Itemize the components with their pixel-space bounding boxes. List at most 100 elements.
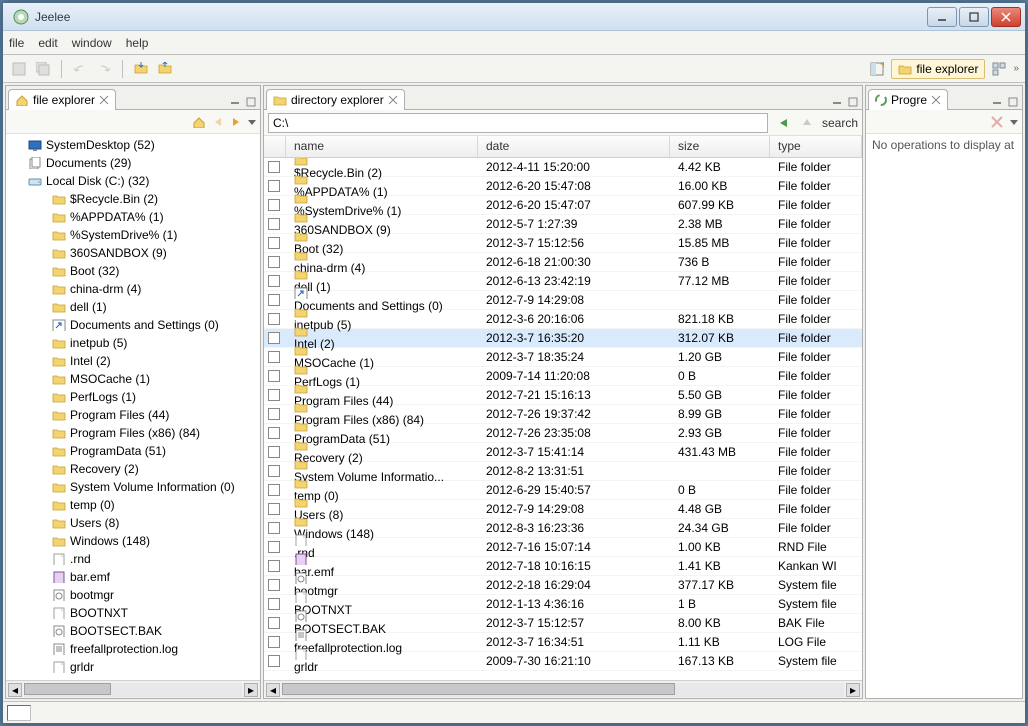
back-icon[interactable] [774,114,792,132]
tree-item[interactable]: .rnd [6,550,260,568]
tree-item[interactable]: %SystemDrive% (1) [6,226,260,244]
row-checkbox[interactable] [268,237,280,249]
perspective-button[interactable]: file explorer [891,59,985,79]
row-checkbox[interactable] [268,180,280,192]
tree-item[interactable]: Program Files (44) [6,406,260,424]
tree-item[interactable]: Boot (32) [6,262,260,280]
horizontal-scrollbar[interactable]: ◂ ▸ [264,680,862,698]
tree-item[interactable]: bar.emf [6,568,260,586]
tree-item[interactable]: Documents and Settings (0) [6,316,260,334]
menu-window[interactable]: window [72,36,112,50]
tree-item[interactable]: china-drm (4) [6,280,260,298]
tree-item[interactable]: Local Disk (C:) (32) [6,172,260,190]
tab-progress[interactable]: Progre [868,89,948,110]
row-checkbox[interactable] [268,427,280,439]
view-menu-icon[interactable] [248,118,256,126]
scroll-right-icon[interactable]: ▸ [244,683,258,697]
tree-item[interactable]: Users (8) [6,514,260,532]
search-link[interactable]: search [822,116,858,130]
row-checkbox[interactable] [268,332,280,344]
row-checkbox[interactable] [268,541,280,553]
row-checkbox[interactable] [268,655,280,667]
import-icon[interactable] [131,59,151,79]
menu-help[interactable]: help [126,36,149,50]
tree-item[interactable]: $Recycle.Bin (2) [6,190,260,208]
tree-body[interactable]: SystemDesktop (52) Documents (29) Local … [6,134,260,680]
row-checkbox[interactable] [268,503,280,515]
tree-item[interactable]: Windows (148) [6,532,260,550]
tree-item[interactable]: 360SANDBOX (9) [6,244,260,262]
menu-file[interactable]: file [9,36,24,50]
col-checkbox[interactable] [264,136,286,157]
up-icon[interactable] [798,114,816,132]
tree-item[interactable]: dell (1) [6,298,260,316]
close-tab-icon[interactable] [931,95,941,105]
forward-icon[interactable] [230,116,242,128]
row-checkbox[interactable] [268,484,280,496]
open-perspective-icon[interactable]: + [867,59,887,79]
row-checkbox[interactable] [268,522,280,534]
back-icon[interactable] [212,116,224,128]
tree-item[interactable]: grldr [6,658,260,676]
tree-item[interactable]: Recovery (2) [6,460,260,478]
tree-item[interactable]: BOOTSECT.BAK [6,622,260,640]
close-button[interactable] [991,7,1021,27]
remove-all-icon[interactable] [990,115,1004,129]
row-checkbox[interactable] [268,446,280,458]
row-checkbox[interactable] [268,636,280,648]
row-checkbox[interactable] [268,161,280,173]
tree-item[interactable]: freefallprotection.log [6,640,260,658]
titlebar[interactable]: Jeelee [3,3,1025,31]
menu-edit[interactable]: edit [38,36,57,50]
export-icon[interactable] [155,59,175,79]
redo-icon[interactable] [94,59,114,79]
tree-item[interactable]: %APPDATA% (1) [6,208,260,226]
tree-item[interactable]: temp (0) [6,496,260,514]
maximize-pane-icon[interactable] [1006,95,1020,109]
row-checkbox[interactable] [268,275,280,287]
view-menu-icon[interactable] [1010,118,1018,126]
tree-item[interactable]: Program Files (x86) (84) [6,424,260,442]
tree-item[interactable]: Documents (29) [6,154,260,172]
save-all-icon[interactable] [33,59,53,79]
tree-item[interactable]: System Volume Information (0) [6,478,260,496]
row-checkbox[interactable] [268,256,280,268]
tree-item[interactable]: SystemDesktop (52) [6,136,260,154]
col-name[interactable]: name [286,136,478,157]
row-checkbox[interactable] [268,617,280,629]
maximize-button[interactable] [959,7,989,27]
undo-icon[interactable] [70,59,90,79]
tree-item[interactable]: BOOTNXT [6,604,260,622]
chevron-right-icon[interactable]: » [1013,63,1019,74]
minimize-pane-icon[interactable] [228,95,242,109]
row-checkbox[interactable] [268,370,280,382]
tab-file-explorer[interactable]: file explorer [8,89,116,110]
row-checkbox[interactable] [268,294,280,306]
row-checkbox[interactable] [268,218,280,230]
maximize-pane-icon[interactable] [846,95,860,109]
show-views-icon[interactable] [989,59,1009,79]
tree-item[interactable]: ProgramData (51) [6,442,260,460]
table-row[interactable]: grldr 2009-7-30 16:21:10 167.13 KB Syste… [264,652,862,671]
tree-item[interactable]: inetpub (5) [6,334,260,352]
address-input[interactable] [268,113,768,133]
minimize-button[interactable] [927,7,957,27]
row-checkbox[interactable] [268,579,280,591]
scroll-left-icon[interactable]: ◂ [266,683,280,697]
col-size[interactable]: size [670,136,770,157]
row-checkbox[interactable] [268,351,280,363]
row-checkbox[interactable] [268,560,280,572]
row-checkbox[interactable] [268,408,280,420]
minimize-pane-icon[interactable] [830,95,844,109]
scroll-left-icon[interactable]: ◂ [8,683,22,697]
row-checkbox[interactable] [268,313,280,325]
scroll-right-icon[interactable]: ▸ [846,683,860,697]
col-type[interactable]: type [770,136,862,157]
row-checkbox[interactable] [268,389,280,401]
row-checkbox[interactable] [268,465,280,477]
col-date[interactable]: date [478,136,670,157]
tree-item[interactable]: bootmgr [6,586,260,604]
row-checkbox[interactable] [268,598,280,610]
horizontal-scrollbar[interactable]: ◂ ▸ [6,680,260,698]
tab-directory-explorer[interactable]: directory explorer [266,89,405,110]
